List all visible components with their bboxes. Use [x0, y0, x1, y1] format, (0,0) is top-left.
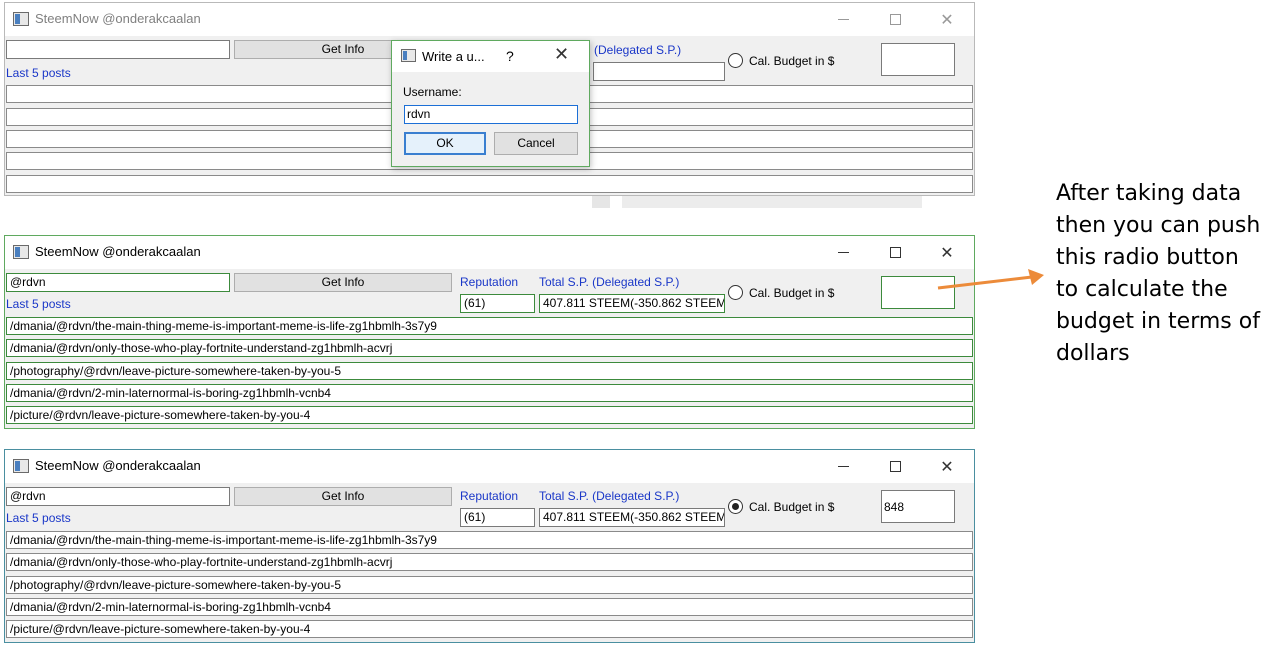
post-row[interactable]: /dmania/@rdvn/2-min-laternormal-is-borin…	[6, 598, 973, 616]
annotation-line: dollars	[1056, 341, 1130, 366]
budget-output	[881, 43, 955, 76]
reputation-field: (61)	[460, 294, 535, 313]
post-row[interactable]: /photography/@rdvn/leave-picture-somewhe…	[6, 576, 973, 594]
title-bar: SteemNow @onderakcaalan ✕	[5, 450, 974, 483]
post-row[interactable]: /dmania/@rdvn/2-min-laternormal-is-borin…	[6, 384, 973, 402]
annotation-line: to calculate the	[1056, 277, 1228, 302]
post-row[interactable]: /picture/@rdvn/leave-picture-somewhere-t…	[6, 406, 973, 424]
dialog-username-input[interactable]: rdvn	[404, 105, 578, 124]
close-icon: ✕	[940, 244, 954, 262]
post-row[interactable]: /photography/@rdvn/leave-picture-somewhe…	[6, 362, 973, 380]
annotation-line: then you can push	[1056, 213, 1261, 238]
window-title: SteemNow @onderakcaalan	[35, 458, 201, 473]
post-row[interactable]: /dmania/@rdvn/only-those-who-play-fortni…	[6, 339, 973, 357]
maximize-icon	[889, 461, 901, 472]
main-window-budget: SteemNow @onderakcaalan ✕ @rdvn Get Info…	[4, 449, 975, 643]
total-sp-field: 407.811 STEEM(-350.862 STEEM)	[539, 294, 725, 313]
reputation-label: Reputation	[460, 489, 519, 503]
minimize-button[interactable]	[820, 236, 866, 269]
minimize-button[interactable]	[820, 450, 866, 483]
username-dialog: Write a u... ? ✕ Username: rdvn OK Cance…	[391, 40, 590, 167]
annotation-line: budget in terms of	[1056, 309, 1260, 334]
window-title: SteemNow @onderakcaalan	[35, 11, 201, 26]
minimize-button[interactable]	[820, 3, 866, 36]
budget-output: 848	[881, 490, 955, 523]
maximize-button[interactable]	[872, 236, 918, 269]
help-icon[interactable]: ?	[506, 48, 514, 64]
ok-button[interactable]: OK	[404, 132, 486, 155]
username-label: Username:	[403, 85, 462, 99]
calc-budget-label: Cal. Budget in $	[749, 286, 835, 300]
close-icon: ✕	[940, 11, 954, 29]
close-icon: ✕	[940, 458, 954, 476]
app-icon	[401, 49, 416, 62]
last-posts-label: Last 5 posts	[6, 297, 71, 311]
total-sp-field: 407.811 STEEM(-350.862 STEEM)	[539, 508, 725, 527]
username-input[interactable]: @rdvn	[6, 273, 230, 292]
get-info-button[interactable]: Get Info	[234, 273, 452, 292]
maximize-icon	[889, 247, 901, 258]
total-sp-label: Total S.P. (Delegated S.P.)	[539, 275, 680, 289]
background-window-edge	[592, 196, 610, 208]
calc-budget-radio[interactable]	[728, 53, 743, 68]
app-icon	[13, 12, 29, 26]
calc-budget-radio[interactable]	[728, 499, 743, 514]
background-window-edge	[622, 196, 922, 208]
maximize-button[interactable]	[872, 450, 918, 483]
cancel-button[interactable]: Cancel	[494, 132, 578, 155]
reputation-label: Reputation	[460, 275, 519, 289]
minimize-icon	[837, 466, 849, 467]
window-title: SteemNow @onderakcaalan	[35, 244, 201, 259]
total-sp-label: (Delegated S.P.)	[594, 43, 682, 57]
calc-budget-label: Cal. Budget in $	[749, 54, 835, 68]
calc-budget-radio[interactable]	[728, 285, 743, 300]
post-row[interactable]	[6, 175, 973, 193]
close-button[interactable]: ✕	[924, 3, 970, 36]
main-window-loaded: SteemNow @onderakcaalan ✕ @rdvn Get Info…	[4, 235, 975, 429]
post-row[interactable]: /dmania/@rdvn/only-those-who-play-fortni…	[6, 553, 973, 571]
get-info-button[interactable]: Get Info	[234, 487, 452, 506]
calc-budget-label: Cal. Budget in $	[749, 500, 835, 514]
username-input[interactable]	[6, 40, 230, 59]
total-sp-label: Total S.P. (Delegated S.P.)	[539, 489, 680, 503]
dialog-title-bar: Write a u... ? ✕	[392, 41, 589, 72]
annotation-text: After taking data then you can push this…	[1056, 178, 1276, 370]
maximize-button[interactable]	[872, 3, 918, 36]
close-icon[interactable]: ✕	[554, 44, 569, 65]
maximize-icon	[889, 14, 901, 25]
minimize-icon	[837, 19, 849, 20]
title-bar: SteemNow @onderakcaalan ✕	[5, 3, 974, 36]
last-posts-label: Last 5 posts	[6, 511, 71, 525]
total-sp-field	[593, 62, 725, 81]
close-button[interactable]: ✕	[924, 236, 970, 269]
title-bar: SteemNow @onderakcaalan ✕	[5, 236, 974, 269]
annotation-line: After taking data	[1056, 181, 1242, 206]
post-row[interactable]: /dmania/@rdvn/the-main-thing-meme-is-imp…	[6, 317, 973, 335]
reputation-field: (61)	[460, 508, 535, 527]
annotation-line: this radio button	[1056, 245, 1239, 270]
minimize-icon	[837, 252, 849, 253]
app-icon	[13, 459, 29, 473]
pointer-arrow-icon	[937, 269, 1044, 290]
post-row[interactable]: /dmania/@rdvn/the-main-thing-meme-is-imp…	[6, 531, 973, 549]
app-icon	[13, 245, 29, 259]
post-row[interactable]: /picture/@rdvn/leave-picture-somewhere-t…	[6, 620, 973, 638]
close-button[interactable]: ✕	[924, 450, 970, 483]
last-posts-label: Last 5 posts	[6, 66, 71, 80]
dialog-title: Write a u...	[422, 49, 485, 64]
username-input[interactable]: @rdvn	[6, 487, 230, 506]
